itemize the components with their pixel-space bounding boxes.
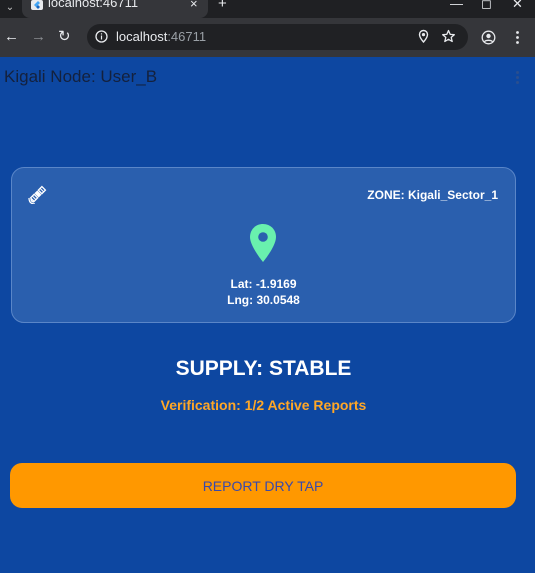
- browser-toolbar: ← → ↻ localhost:46711: [0, 18, 535, 57]
- back-icon[interactable]: ←: [4, 29, 19, 45]
- verification-status: Verification: 1/2 Active Reports: [160, 397, 367, 413]
- location-card: ZONE: Kigali_Sector_1 Lat: -1.9169 Lng: …: [11, 167, 516, 323]
- url-text[interactable]: localhost:46711: [116, 29, 206, 44]
- address-bar[interactable]: localhost:46711: [87, 24, 468, 50]
- site-info-icon[interactable]: [95, 30, 108, 43]
- browser-tabstrip: ⌄ localhost:46711 × + — ◻ ✕: [0, 0, 535, 18]
- tab-search-icon[interactable]: ⌄: [0, 0, 20, 14]
- more-options-icon[interactable]: [514, 71, 520, 85]
- satellite-icon: [28, 185, 47, 204]
- url-port: :46711: [167, 29, 207, 44]
- tab-title: localhost:46711: [48, 0, 139, 10]
- zone-label: ZONE: Kigali_Sector_1: [367, 188, 498, 202]
- browser-tab[interactable]: localhost:46711 ×: [22, 0, 208, 18]
- app-screen: Kigali Node: User_B ZONE: Kigali_Sector_…: [0, 57, 535, 573]
- window-close-icon[interactable]: ✕: [512, 0, 523, 12]
- url-host: localhost: [116, 29, 168, 44]
- reload-icon[interactable]: ↻: [58, 29, 71, 45]
- browser-menu-icon[interactable]: [510, 30, 525, 45]
- new-tab-button[interactable]: +: [218, 0, 227, 12]
- maximize-icon[interactable]: ◻: [481, 0, 492, 12]
- forward-icon[interactable]: →: [31, 29, 46, 45]
- tab-close-icon[interactable]: ×: [190, 0, 198, 11]
- bookmark-star-icon[interactable]: [441, 29, 456, 44]
- latitude-text: Lat: -1.9169: [230, 277, 297, 291]
- supply-status: SUPPLY: STABLE: [175, 357, 352, 380]
- location-pin-icon: [250, 224, 276, 262]
- profile-avatar-icon[interactable]: [481, 30, 496, 45]
- flutter-favicon-icon: [31, 0, 43, 10]
- minimize-icon[interactable]: —: [450, 0, 463, 11]
- app-bar-title: Kigali Node: User_B: [4, 67, 158, 86]
- location-permission-icon[interactable]: [416, 29, 431, 44]
- report-dry-tap-button[interactable]: REPORT DRY TAP: [10, 463, 516, 508]
- longitude-text: Lng: 30.0548: [227, 293, 300, 307]
